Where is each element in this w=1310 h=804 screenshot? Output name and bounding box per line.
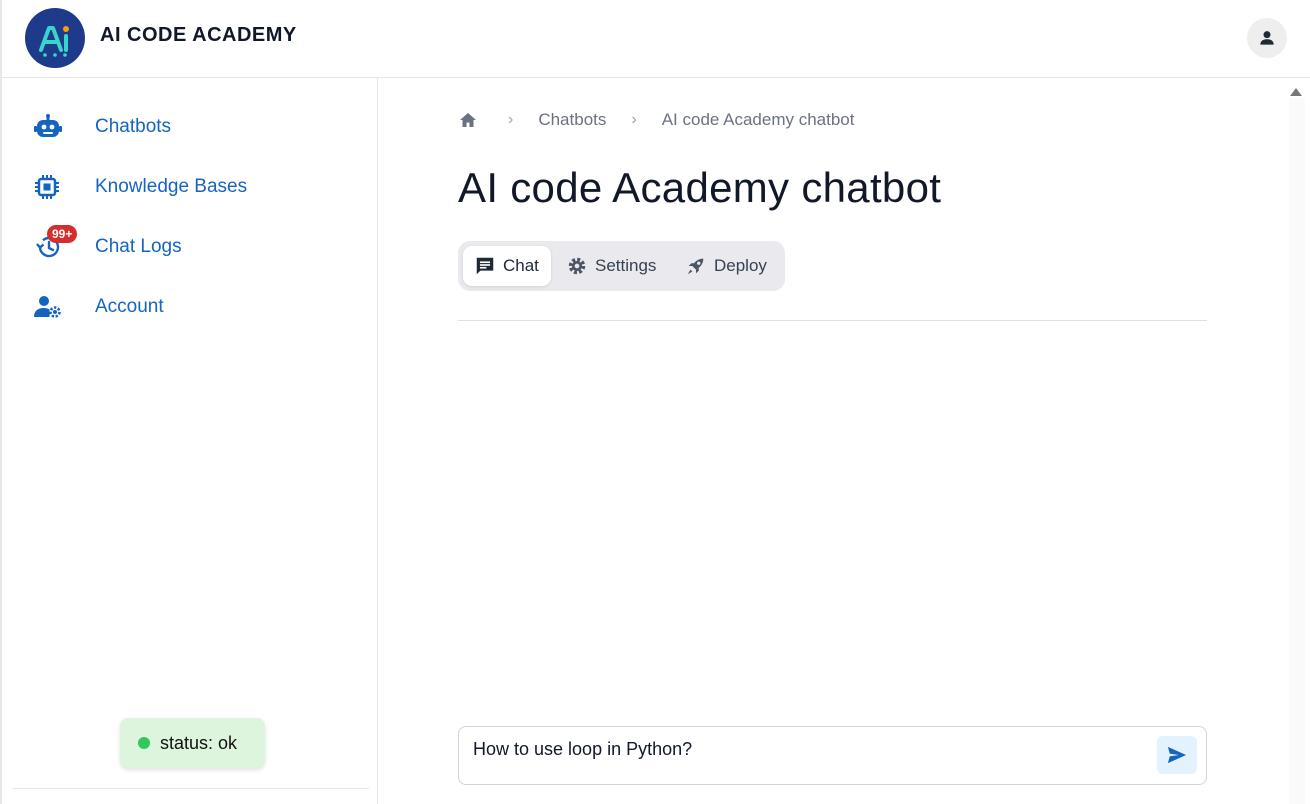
- breadcrumb: › Chatbots › AI code Academy chatbot: [458, 108, 855, 132]
- sidebar-item-chatbots[interactable]: Chatbots: [24, 105, 364, 149]
- main-content: › Chatbots › AI code Academy chatbot AI …: [378, 78, 1310, 804]
- chat-input[interactable]: [473, 737, 1153, 761]
- brand-logo[interactable]: [25, 8, 85, 68]
- robot-icon: [24, 112, 76, 142]
- send-button[interactable]: [1157, 736, 1197, 774]
- breadcrumb-separator: ›: [631, 111, 637, 128]
- sidebar-divider: [12, 788, 369, 789]
- breadcrumb-current: AI code Academy chatbot: [661, 110, 855, 129]
- top-header: AI CODE ACADEMY: [0, 0, 1310, 78]
- send-icon: [1167, 746, 1187, 764]
- user-menu-button[interactable]: [1247, 18, 1287, 58]
- brand-name: AI CODE ACADEMY: [100, 24, 297, 46]
- tab-label: Chat: [503, 256, 539, 275]
- tab-chat[interactable]: Chat: [463, 246, 551, 286]
- history-icon: 99+: [24, 225, 78, 262]
- scroll-up-arrow-icon[interactable]: [1290, 88, 1302, 96]
- home-icon[interactable]: [458, 111, 478, 129]
- sidebar-item-knowledge-bases[interactable]: Knowledge Bases: [24, 165, 364, 209]
- chip-icon: [24, 172, 76, 202]
- status-text: status: ok: [160, 732, 238, 753]
- sidebar-item-account[interactable]: Account: [24, 285, 364, 329]
- content-divider: [458, 320, 1207, 321]
- sidebar-item-label: Chat Logs: [95, 236, 182, 257]
- breadcrumb-link-chatbots[interactable]: Chatbots: [538, 110, 606, 130]
- tab-label: Deploy: [714, 256, 767, 275]
- page-title: AI code Academy chatbot: [458, 164, 942, 211]
- tab-settings[interactable]: Settings: [556, 246, 668, 286]
- tab-label: Settings: [595, 256, 657, 275]
- breadcrumb-separator: ›: [508, 111, 514, 128]
- user-settings-icon: [24, 292, 76, 322]
- sidebar: Chatbots Knowledge Bases 99+ Chat Logs A…: [0, 78, 378, 804]
- person-icon: [1260, 31, 1274, 45]
- gear-icon: [568, 257, 586, 275]
- scrollbar-track[interactable]: [1289, 98, 1305, 804]
- logo-mark-icon: [39, 26, 69, 57]
- sidebar-item-chat-logs[interactable]: 99+ Chat Logs: [24, 225, 364, 269]
- chat-input-box: [458, 726, 1207, 785]
- rocket-icon: [687, 258, 704, 275]
- sidebar-item-label: Chatbots: [95, 116, 172, 137]
- message-icon: [476, 257, 494, 275]
- tab-bar: Chat Settings Deploy: [458, 241, 785, 291]
- status-badge: status: ok: [120, 718, 265, 768]
- notification-badge: 99+: [47, 225, 78, 243]
- app-root: AI CODE ACADEMY Chatbots Knowledge Bases…: [0, 0, 1310, 804]
- sidebar-item-label: Account: [95, 296, 164, 317]
- tab-deploy[interactable]: Deploy: [674, 246, 780, 286]
- status-dot-icon: [138, 737, 150, 749]
- sidebar-item-label: Knowledge Bases: [95, 176, 248, 197]
